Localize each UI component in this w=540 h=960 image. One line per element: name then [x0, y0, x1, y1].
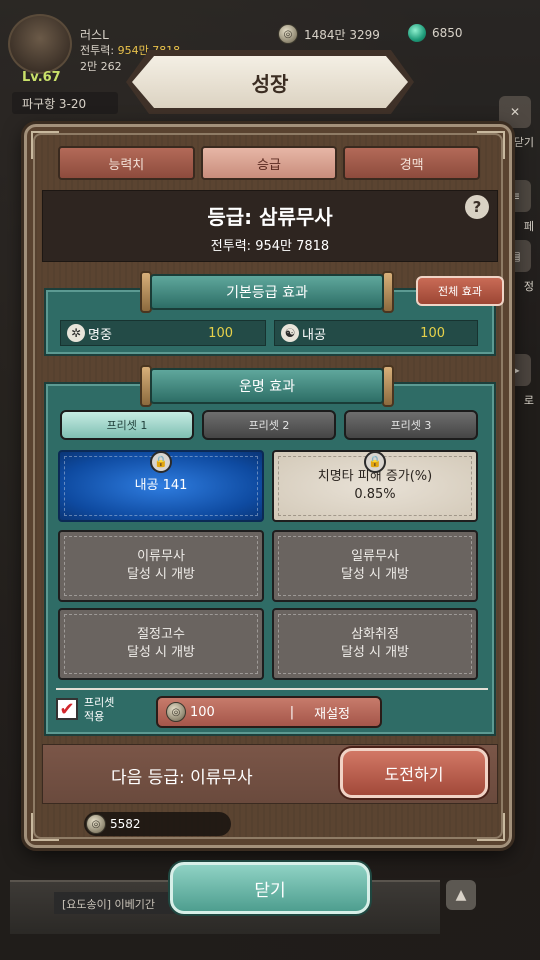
slot-line2: 0.85% — [354, 487, 396, 502]
reset-button[interactable]: ◎ 100 | 재설정 — [156, 696, 382, 728]
coin-icon: ◎ — [86, 814, 106, 834]
tab-promotion[interactable]: 승급 — [200, 146, 338, 180]
next-grade-text: 다음 등급: 이류무사 — [111, 768, 253, 788]
preset-apply-label: 프리셋 적용 — [84, 696, 114, 724]
help-button[interactable]: ? — [465, 195, 489, 219]
corner-ornament — [31, 813, 59, 841]
chat-icon[interactable]: ▲ — [446, 880, 476, 910]
fate-slot-4[interactable]: 일류무사 달성 시 개방 — [272, 530, 478, 602]
player-name: 러스L — [80, 28, 109, 42]
dialog-tabs: 능력치 승급 경맥 — [58, 146, 481, 180]
fate-slot-6[interactable]: 삼화취정 달성 시 개방 — [272, 608, 478, 680]
slot-line1: 이류무사 — [137, 549, 185, 564]
coin-currency[interactable]: ◎ 1484만 3299 — [278, 24, 380, 44]
coin-amount: 1484만 3299 — [304, 27, 380, 42]
coin-icon: ◎ — [278, 24, 298, 44]
stage-label[interactable]: 파구항 3-20 — [12, 92, 118, 114]
jade-amount: 6850 — [432, 26, 463, 40]
preset-tab-3[interactable]: 프리셋 3 — [344, 410, 478, 440]
coin-icon: ◎ — [166, 702, 186, 722]
tab-stats[interactable]: 능력치 — [58, 146, 195, 180]
fate-slot-2[interactable]: 🔒 치명타 피해 증가(%) 0.85% — [272, 450, 478, 522]
jade-icon — [408, 24, 426, 42]
preset-apply-label-line2: 적용 — [84, 710, 105, 723]
player-sub-value: 2만 262 — [80, 60, 122, 73]
coin-count: ◎ 5582 — [84, 812, 231, 836]
check-icon: ✔ — [59, 698, 75, 720]
slot-line1: 삼화취정 — [351, 627, 399, 642]
power-label: 전투력: — [80, 44, 115, 57]
stat-row-accuracy: ✲ 명중 100 — [60, 320, 266, 346]
stat-row-inner-power: ☯ 내공 100 — [274, 320, 478, 346]
close-icon[interactable]: ✕ — [499, 96, 531, 128]
challenge-button[interactable]: 도전하기 — [340, 748, 488, 798]
jade-currency[interactable]: 6850 — [408, 24, 463, 42]
player-level: Lv.67 — [22, 70, 61, 85]
preset-tab-2[interactable]: 프리셋 2 — [202, 410, 336, 440]
slot-line1: 절정고수 — [137, 627, 185, 642]
reset-cost: 100 — [190, 704, 215, 720]
avatar[interactable] — [8, 14, 72, 74]
corner-ornament — [31, 131, 59, 159]
fate-slot-3[interactable]: 이류무사 달성 시 개방 — [58, 530, 264, 602]
fate-effect-label: 운명 효과 — [150, 368, 384, 404]
preset-apply-checkbox[interactable]: ✔ — [56, 698, 78, 720]
base-effect-label: 기본등급 효과 — [150, 274, 384, 310]
stat-name: 명중 — [88, 327, 112, 343]
slot-line1: 내공 141 — [134, 478, 188, 493]
slot-line2: 달성 시 개방 — [126, 645, 196, 660]
reset-label: 재설정 — [314, 706, 350, 722]
divider — [56, 688, 488, 690]
lock-icon[interactable]: 🔒 — [364, 451, 386, 473]
fate-slot-1[interactable]: 🔒 내공 141 — [58, 450, 264, 522]
slot-line2: 달성 시 개방 — [340, 645, 410, 660]
preset-tab-1[interactable]: 프리셋 1 — [60, 410, 194, 440]
stat-name: 내공 — [302, 327, 326, 343]
fate-slot-5[interactable]: 절정고수 달성 시 개방 — [58, 608, 264, 680]
lock-icon[interactable]: 🔒 — [150, 451, 172, 473]
coin-count-value: 5582 — [110, 817, 141, 831]
dialog-title: 성장 — [132, 56, 408, 108]
grade-title: 등급: 삼류무사 — [207, 205, 333, 229]
stat-value: 100 — [208, 325, 233, 341]
all-effect-button[interactable]: 전체 효과 — [416, 276, 504, 306]
accuracy-icon: ✲ — [67, 324, 85, 342]
slot-line1: 일류무사 — [351, 549, 399, 564]
slot-line2: 달성 시 개방 — [340, 567, 410, 582]
slot-line2: 달성 시 개방 — [126, 567, 196, 582]
close-button[interactable]: 닫기 — [170, 862, 370, 914]
grade-power: 전투력: 954만 7818 — [210, 239, 330, 254]
reset-separator: | — [289, 704, 295, 720]
yin-yang-icon: ☯ — [281, 324, 299, 342]
stat-value: 100 — [420, 325, 445, 341]
grade-header: 등급: 삼류무사 전투력: 954만 7818 ? — [42, 190, 498, 262]
tab-meridian[interactable]: 경맥 — [343, 146, 481, 180]
corner-ornament — [477, 813, 505, 841]
corner-ornament — [477, 131, 505, 159]
preset-apply-label-line1: 프리셋 — [84, 696, 115, 709]
